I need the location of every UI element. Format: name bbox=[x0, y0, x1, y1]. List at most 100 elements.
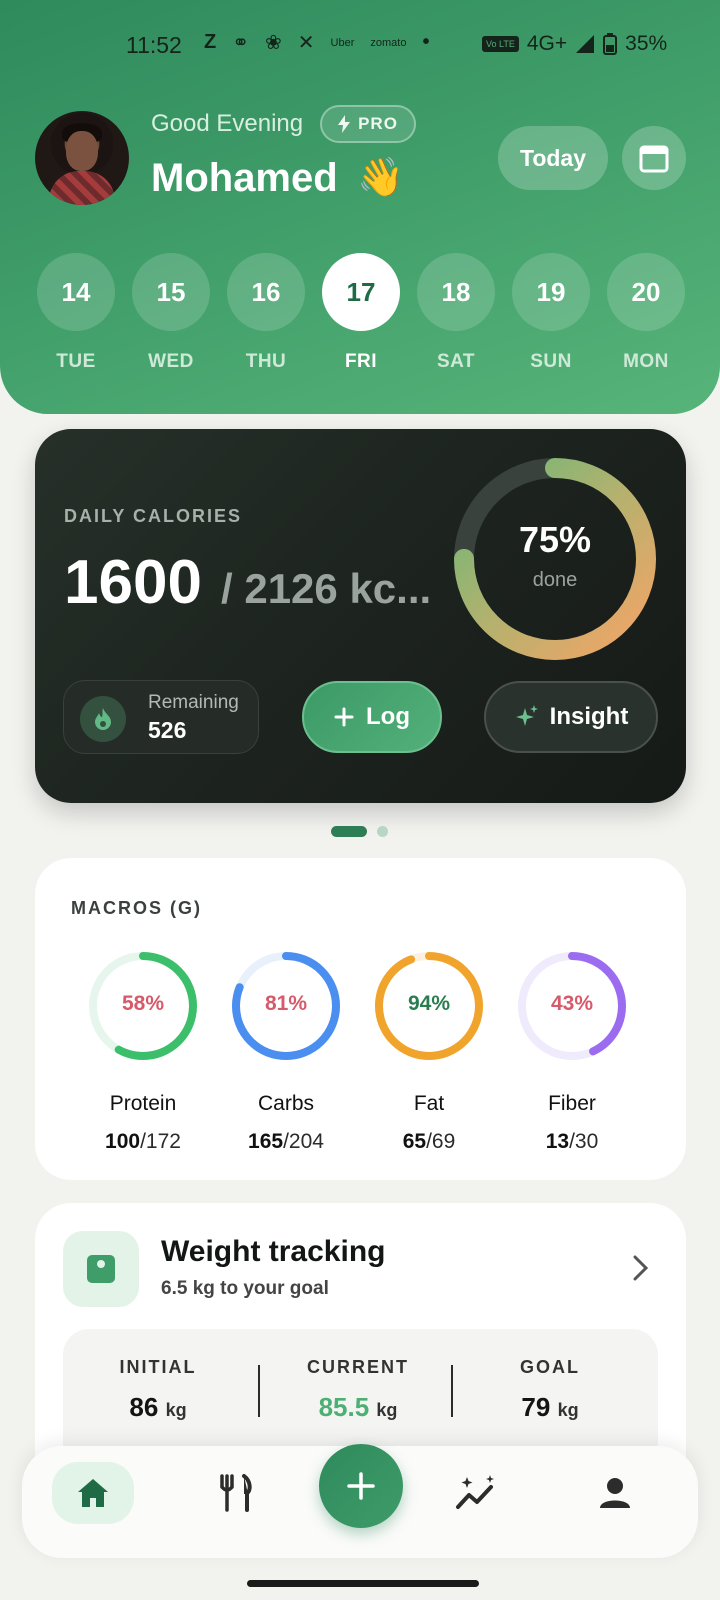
status-right: Vo LTE 4G+ 35% bbox=[482, 32, 667, 56]
avatar[interactable] bbox=[35, 111, 129, 205]
insight-button[interactable]: Insight bbox=[484, 681, 658, 753]
app-uber-icon: Uber bbox=[330, 36, 355, 49]
macro-ring: 94% bbox=[371, 948, 487, 1064]
chevron-right-icon[interactable] bbox=[631, 1253, 651, 1283]
day-16[interactable]: 16 THU bbox=[227, 253, 305, 373]
battery-icon bbox=[603, 33, 618, 55]
remaining-label: Remaining bbox=[148, 692, 239, 713]
weight-unit: kg bbox=[165, 1400, 187, 1420]
macro-name: Protein bbox=[109, 1092, 177, 1115]
macro-fat[interactable]: 94% Fat 65/69 bbox=[359, 948, 499, 1154]
day-label: SUN bbox=[530, 351, 572, 372]
weight-title: Weight tracking bbox=[161, 1235, 386, 1268]
calories-consumed: 1600 bbox=[64, 548, 202, 617]
weight-current-value: 85.5 kg bbox=[263, 1392, 453, 1423]
day-20[interactable]: 20 MON bbox=[607, 253, 685, 373]
app-x-icon: ✕ bbox=[297, 32, 315, 54]
user-name: Mohamed bbox=[151, 156, 338, 200]
macro-values: 165/204 bbox=[216, 1130, 356, 1154]
wave-emoji-icon: 👋 bbox=[357, 157, 405, 199]
macro-current: 65 bbox=[402, 1130, 427, 1153]
day-number: 18 bbox=[417, 253, 495, 331]
daily-calories-card[interactable]: DAILY CALORIES 1600 / 2126 kc... 75% don… bbox=[35, 429, 686, 803]
pro-badge[interactable]: PRO bbox=[320, 105, 416, 143]
header: 11:52 Z ⚭ ❀ ✕ Uber zomato • Vo LTE 4G+ 3… bbox=[0, 0, 720, 414]
app-z-icon: Z bbox=[204, 31, 217, 53]
network-type: 4G+ bbox=[526, 32, 568, 55]
weight-goal-number: 79 bbox=[521, 1392, 551, 1422]
weight-initial: INITIAL 86 kg bbox=[63, 1357, 253, 1423]
day-number: 19 bbox=[512, 253, 590, 331]
macros-card: MACROS (G) 58% Protein 100/172 81% Carbs… bbox=[35, 858, 686, 1180]
weight-goal-label: GOAL bbox=[520, 1357, 580, 1377]
day-label: MON bbox=[623, 351, 669, 372]
macro-name: Carbs bbox=[257, 1092, 315, 1115]
day-15[interactable]: 15 WED bbox=[132, 253, 210, 373]
scale-icon bbox=[63, 1231, 139, 1307]
macro-percent: 81% bbox=[264, 992, 308, 1015]
log-button[interactable]: Log bbox=[302, 681, 442, 753]
pager-dot[interactable] bbox=[377, 826, 388, 837]
calories-goal: / 2126 kc... bbox=[221, 565, 432, 612]
pager-dot-active[interactable] bbox=[331, 826, 367, 837]
day-label: TUE bbox=[56, 351, 96, 372]
macro-fiber[interactable]: 43% Fiber 13/30 bbox=[502, 948, 642, 1154]
day-19[interactable]: 19 SUN bbox=[512, 253, 590, 373]
day-18[interactable]: 18 SAT bbox=[417, 253, 495, 373]
macro-percent: 94% bbox=[407, 992, 451, 1015]
plus-icon bbox=[334, 707, 354, 727]
macro-name: Fat bbox=[413, 1092, 445, 1115]
fork-knife-icon bbox=[220, 1474, 252, 1512]
today-button[interactable]: Today bbox=[498, 126, 608, 190]
macro-values: 100/172 bbox=[73, 1130, 213, 1154]
nav-meals[interactable] bbox=[205, 1462, 267, 1524]
trend-icon bbox=[456, 1475, 494, 1509]
app-link-icon: ⚭ bbox=[232, 32, 249, 54]
day-number: 14 bbox=[37, 253, 115, 331]
status-bar: 11:52 Z ⚭ ❀ ✕ Uber zomato • Vo LTE 4G+ 3… bbox=[0, 26, 720, 66]
app-swirl-icon: ❀ bbox=[264, 32, 282, 54]
day-14[interactable]: 14 TUE bbox=[37, 253, 115, 373]
day-number: 20 bbox=[607, 253, 685, 331]
weight-initial-value: 86 kg bbox=[63, 1392, 253, 1423]
macro-ring: 58% bbox=[85, 948, 201, 1064]
person-icon bbox=[600, 1478, 630, 1508]
day-label: SAT bbox=[436, 351, 476, 372]
status-time: 11:52 bbox=[126, 32, 182, 58]
macro-current: 165 bbox=[248, 1130, 284, 1153]
calories-label: DAILY CALORIES bbox=[64, 506, 243, 526]
weight-goal-value: 79 kg bbox=[455, 1392, 645, 1423]
card-pager[interactable] bbox=[331, 826, 388, 837]
calendar-button[interactable] bbox=[622, 126, 686, 190]
weight-initial-label: INITIAL bbox=[119, 1357, 197, 1377]
macro-current: 13 bbox=[545, 1130, 570, 1153]
remaining-value: 526 bbox=[148, 717, 187, 743]
status-app-icons: Z ⚭ ❀ ✕ Uber zomato • bbox=[204, 30, 429, 55]
nav-profile[interactable] bbox=[584, 1462, 646, 1524]
day-number: 17 bbox=[322, 253, 400, 331]
nav-progress[interactable] bbox=[445, 1462, 507, 1524]
signal-icon bbox=[576, 35, 595, 53]
flame-icon bbox=[80, 696, 126, 742]
macro-carbs[interactable]: 81% Carbs 165/204 bbox=[216, 948, 356, 1154]
notification-dot-icon: • bbox=[422, 31, 430, 53]
weight-current: CURRENT 85.5 kg bbox=[263, 1357, 453, 1423]
day-label: THU bbox=[245, 351, 287, 372]
macro-percent: 43% bbox=[550, 992, 594, 1015]
weight-current-label: CURRENT bbox=[307, 1357, 409, 1377]
nav-home[interactable] bbox=[52, 1462, 134, 1524]
calories-percent: 75% bbox=[518, 519, 592, 560]
calories-progress-ring: 75% done bbox=[453, 457, 657, 661]
macros-title: MACROS (G) bbox=[71, 898, 202, 918]
log-label: Log bbox=[366, 703, 410, 730]
macro-goal: /30 bbox=[569, 1130, 599, 1153]
macro-protein[interactable]: 58% Protein 100/172 bbox=[73, 948, 213, 1154]
weight-unit: kg bbox=[376, 1400, 398, 1420]
macro-current: 100 bbox=[105, 1130, 141, 1153]
weight-current-number: 85.5 bbox=[318, 1392, 370, 1422]
greeting: Good Evening bbox=[151, 110, 304, 137]
day-17[interactable]: 17 FRI bbox=[322, 253, 400, 373]
nav-add-button[interactable] bbox=[319, 1444, 403, 1528]
home-indicator[interactable] bbox=[247, 1580, 479, 1587]
day-number: 16 bbox=[227, 253, 305, 331]
